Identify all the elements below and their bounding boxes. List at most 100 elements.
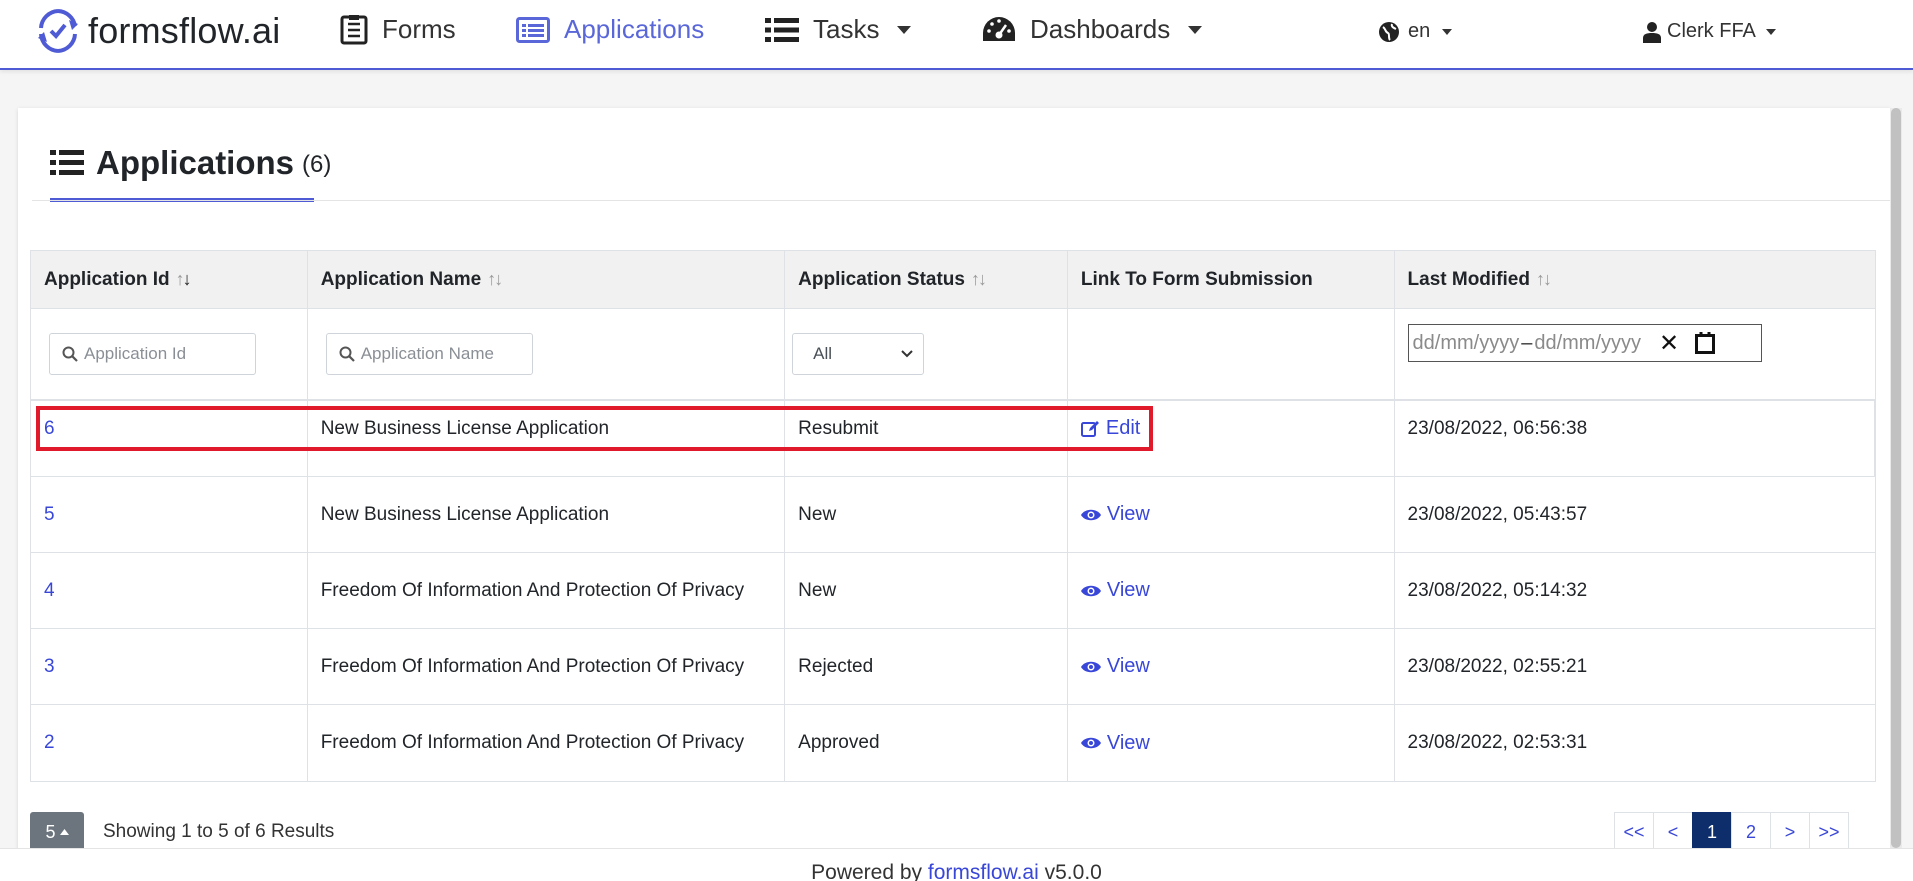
header-link-to-form: Link To Form Submission: [1068, 251, 1395, 308]
sort-icon[interactable]: ↑↓: [1536, 269, 1552, 290]
next-page-button[interactable]: >: [1770, 812, 1810, 852]
last-modified: 23/08/2022, 06:56:38: [1395, 401, 1875, 476]
view-label: View: [1106, 731, 1150, 754]
chevron-down-icon: [1188, 25, 1203, 34]
status-filter-select[interactable]: All: [792, 333, 925, 375]
view-label: View: [1106, 655, 1150, 677]
nav-applications-label: Applications: [564, 14, 705, 44]
last-modified: 23/08/2022, 05:14:32: [1407, 579, 1588, 601]
caret-up-icon: [59, 829, 69, 835]
chevron-down-icon: [897, 25, 912, 34]
application-name: New Business License Application: [308, 477, 786, 552]
user-name: Clerk FFA: [1667, 20, 1756, 42]
eye-icon: [1080, 509, 1101, 520]
application-name-placeholder: Application Name: [360, 344, 494, 363]
table-row: 2 Freedom Of Information And Protection …: [31, 705, 1875, 781]
application-id-filter[interactable]: Application Id: [49, 333, 256, 375]
date-range-picker[interactable]: dd/mm/yyyy – dd/mm/yyyy ✕: [1407, 324, 1762, 362]
first-page-button[interactable]: <<: [1614, 812, 1654, 852]
last-page-button[interactable]: >>: [1809, 812, 1849, 852]
footer: Powered by formsflow.ai v5.0.0: [0, 848, 1913, 881]
user-icon: [1643, 21, 1661, 43]
application-id-link[interactable]: 5: [44, 504, 55, 526]
nav-applications[interactable]: Applications: [516, 14, 704, 45]
prev-page-button[interactable]: <: [1653, 812, 1693, 852]
application-name-filter[interactable]: Application Name: [325, 333, 533, 375]
filter-cell-date: dd/mm/yyyy – dd/mm/yyyy ✕: [1395, 309, 1875, 399]
sort-icon[interactable]: ↑↓: [971, 269, 987, 290]
application-name: Freedom Of Information And Protection Of…: [308, 553, 786, 628]
nav-dashboards-label: Dashboards: [1030, 14, 1171, 44]
header-last-modified[interactable]: Last Modified ↑↓: [1395, 251, 1875, 308]
language-label: en: [1408, 20, 1431, 42]
application-status: Rejected: [785, 629, 1068, 704]
filter-cell-link: [1068, 309, 1395, 399]
view-link[interactable]: View: [1080, 655, 1150, 678]
edit-link[interactable]: Edit: [1080, 417, 1140, 440]
date-from-input[interactable]: dd/mm/yyyy: [1413, 332, 1520, 355]
sort-icon[interactable]: ↑↓: [487, 269, 503, 290]
nav-tasks[interactable]: Tasks: [765, 14, 912, 45]
page-header: Applications (6): [50, 144, 331, 182]
eye-icon: [1080, 661, 1101, 672]
view-link[interactable]: View: [1080, 731, 1150, 755]
language-selector[interactable]: en: [1378, 20, 1453, 43]
application-count: (6): [302, 151, 332, 178]
view-label: View: [1106, 579, 1150, 601]
application-id-link[interactable]: 6: [44, 418, 55, 440]
footer-link[interactable]: formsflow.ai: [928, 861, 1039, 881]
forms-icon: [340, 14, 368, 44]
eye-icon: [1080, 737, 1101, 749]
application-id-link[interactable]: 3: [44, 656, 55, 678]
calendar-icon[interactable]: [1695, 332, 1716, 354]
applications-icon: [516, 16, 550, 43]
application-id-link[interactable]: 4: [44, 580, 55, 602]
user-menu[interactable]: Clerk FFA: [1643, 20, 1776, 43]
application-status: Resubmit: [785, 401, 1068, 476]
nav-forms[interactable]: Forms: [340, 14, 456, 45]
application-status: Approved: [785, 705, 1068, 781]
view-label: View: [1106, 503, 1150, 525]
brand[interactable]: formsflow.ai: [36, 6, 280, 56]
view-link[interactable]: View: [1080, 503, 1150, 526]
filter-cell-id: Application Id: [31, 309, 308, 399]
view-link[interactable]: View: [1080, 579, 1150, 602]
applications-card: Applications (6) Application Id ↑↓ Appli…: [18, 108, 1890, 881]
last-modified: 23/08/2022, 05:43:57: [1407, 503, 1588, 525]
sort-icon[interactable]: ↑↓: [176, 269, 192, 290]
clear-icon[interactable]: ✕: [1659, 329, 1679, 358]
formsflow-logo-icon: [38, 9, 78, 53]
header-application-name[interactable]: Application Name ↑↓: [308, 251, 786, 308]
brand-name: formsflow.ai: [88, 10, 281, 51]
status-filter-value: All: [813, 344, 833, 363]
nav-dashboards[interactable]: Dashboards: [982, 14, 1203, 45]
footer-prefix: Powered by: [811, 861, 923, 881]
nav-forms-label: Forms: [382, 14, 456, 44]
filter-cell-status: All: [785, 309, 1068, 399]
search-icon: [339, 346, 355, 362]
application-status: New: [785, 477, 1068, 552]
application-status: New: [785, 553, 1068, 628]
last-modified: 23/08/2022, 02:53:31: [1407, 732, 1588, 753]
page-2-button[interactable]: 2: [1731, 812, 1771, 852]
filter-cell-name: Application Name: [308, 309, 786, 399]
header-application-status[interactable]: Application Status ↑↓: [785, 251, 1068, 308]
header-application-id[interactable]: Application Id ↑↓: [31, 251, 308, 308]
date-to-input[interactable]: dd/mm/yyyy: [1534, 332, 1641, 355]
application-id-link[interactable]: 2: [44, 732, 55, 754]
tasks-icon: [765, 17, 799, 42]
divider: [32, 200, 1890, 201]
page-1-button[interactable]: 1: [1692, 812, 1732, 852]
chevron-down-icon: [1442, 28, 1453, 35]
application-name: Freedom Of Information And Protection Of…: [308, 629, 786, 704]
top-navbar: formsflow.ai Forms Applications Tasks Da…: [0, 0, 1913, 70]
scrollbar-thumb[interactable]: [1891, 108, 1901, 848]
page-title: Applications: [96, 144, 295, 181]
application-name: Freedom Of Information And Protection Of…: [308, 705, 786, 781]
table-row: 3 Freedom Of Information And Protection …: [31, 629, 1875, 705]
dashboard-icon: [983, 16, 1015, 41]
table-row: 5 New Business License Application New V…: [31, 477, 1875, 553]
page-size-dropdown[interactable]: 5: [30, 812, 84, 852]
table-header: Application Id ↑↓ Application Name ↑↓ Ap…: [31, 251, 1875, 309]
chevron-down-icon: [901, 350, 913, 358]
